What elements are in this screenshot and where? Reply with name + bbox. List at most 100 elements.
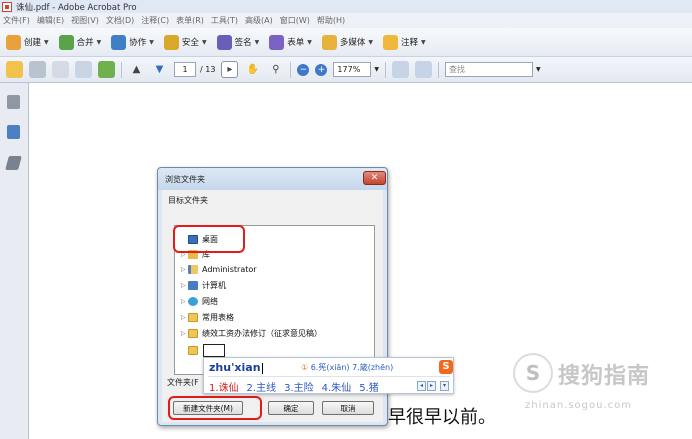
menu-comments[interactable]: 注释(C): [141, 15, 169, 26]
task-collaborate-button[interactable]: 协作 ▼: [111, 34, 154, 50]
task-label: 创建: [24, 38, 42, 48]
network-icon: [188, 296, 198, 306]
email-button[interactable]: [75, 61, 92, 78]
task-label: 多媒体: [339, 38, 366, 48]
task-comment-button[interactable]: 注释 ▼: [382, 34, 426, 50]
user-folder-icon: [188, 264, 198, 274]
menu-bar: 文件(F) 编辑(E) 视图(V) 文档(D) 注释(C) 表单(R) 工具(T…: [0, 13, 692, 28]
tree-node-computer[interactable]: ▷ 计算机: [181, 279, 226, 291]
close-button[interactable]: ✕: [363, 171, 386, 185]
new-folder-name-input[interactable]: [203, 344, 225, 357]
sogou-ime-logo-icon: S: [439, 360, 453, 374]
print-button[interactable]: [29, 61, 46, 78]
fit-width-button[interactable]: [415, 61, 433, 78]
ime-candidate[interactable]: 2.主线: [247, 379, 277, 394]
zoom-level-select[interactable]: 177%: [333, 62, 372, 77]
task-forms-button[interactable]: 表单 ▼: [269, 34, 312, 50]
tree-node-performance-pay[interactable]: ▷ 绩效工资办法修订（征求意见稿）: [181, 327, 322, 339]
chevron-down-icon: ▼: [421, 38, 426, 46]
task-label: 合并: [76, 38, 94, 48]
web-button[interactable]: [98, 61, 115, 78]
tree-node-label: 网络: [202, 296, 218, 306]
zoom-tool-icon[interactable]: ⚲: [267, 61, 284, 78]
navigation-toolbar: ▲ ▼ 1 / 13 ▸ ✋ ⚲ − + 177% ▼ 查找 ▼: [0, 57, 692, 83]
menu-file[interactable]: 文件(F): [3, 15, 30, 26]
task-create-button[interactable]: 创建 ▼: [6, 34, 49, 50]
arrow-up-icon[interactable]: ▲: [128, 61, 145, 78]
chevron-down-icon: ▼: [96, 38, 102, 46]
watermark-text: 搜狗指南: [558, 364, 651, 389]
zoom-out-button[interactable]: −: [297, 63, 310, 76]
arrow-down-icon[interactable]: ▼: [151, 61, 168, 78]
expand-arrow-icon[interactable]: ▷: [181, 282, 188, 289]
ime-candidate[interactable]: 3.主险: [284, 379, 314, 394]
collaborate-icon: [111, 34, 127, 50]
title-bar: 诛仙.pdf - Adobe Acrobat Pro: [0, 0, 692, 13]
window-title: 诛仙.pdf - Adobe Acrobat Pro: [16, 2, 137, 13]
find-input[interactable]: 查找: [445, 62, 534, 77]
ime-candidate[interactable]: 4.朱仙: [322, 379, 352, 394]
folder-field-label: 文件夹(F: [167, 378, 199, 387]
ime-divider: [208, 376, 450, 377]
task-sign-button[interactable]: 签名 ▼: [216, 34, 260, 50]
ime-candidate[interactable]: 5.猪: [359, 379, 379, 394]
tree-node-new-folder[interactable]: [188, 343, 225, 358]
chevron-down-icon: ▼: [254, 38, 260, 46]
watermark-url: zhinan.sogou.com: [525, 400, 633, 411]
ime-menu-icon[interactable]: ▾: [440, 381, 449, 391]
page-prev-icon[interactable]: ◂: [417, 381, 426, 391]
menu-window[interactable]: 窗口(W): [280, 15, 310, 26]
open-folder-button[interactable]: [6, 61, 23, 78]
pages-panel-icon[interactable]: [7, 95, 20, 109]
menu-view[interactable]: 视图(V): [71, 15, 99, 26]
tree-node-administrator[interactable]: ▷ Administrator: [181, 263, 257, 275]
page-number-input[interactable]: 1: [174, 62, 196, 77]
highlight-new-folder-annotation: [168, 396, 262, 420]
menu-advanced[interactable]: 高级(A): [245, 15, 273, 26]
navigation-pane: [0, 83, 29, 439]
zoom-in-button[interactable]: +: [315, 63, 328, 76]
chevron-down-icon: ▼: [368, 38, 373, 46]
menu-document[interactable]: 文档(D): [106, 15, 134, 26]
hint-index: ①: [301, 363, 309, 372]
menu-forms[interactable]: 表单(R): [176, 15, 204, 26]
task-label: 协作: [129, 38, 147, 48]
task-secure-button[interactable]: 安全 ▼: [163, 34, 207, 50]
hand-tool-icon[interactable]: ✋: [244, 61, 261, 78]
chevron-down-icon[interactable]: ▼: [536, 66, 541, 73]
menu-tools[interactable]: 工具(T): [211, 15, 238, 26]
expand-arrow-icon[interactable]: ▷: [181, 298, 188, 305]
dialog-title: 浏览文件夹: [165, 175, 205, 184]
fit-page-button[interactable]: [392, 61, 410, 78]
task-label: 表单: [287, 38, 305, 48]
tree-node-network[interactable]: ▷ 网络: [181, 295, 218, 307]
select-tool-button[interactable]: ▸: [221, 61, 239, 78]
expand-arrow-icon[interactable]: ▷: [181, 330, 188, 337]
menu-help[interactable]: 帮助(H): [317, 15, 345, 26]
chevron-down-icon[interactable]: ▼: [374, 66, 379, 73]
ime-candidate[interactable]: 1.诛仙: [209, 379, 239, 394]
tree-node-common-forms[interactable]: ▷ 常用表格: [181, 311, 234, 323]
save-button[interactable]: [52, 61, 69, 78]
highlight-desktop-annotation: [173, 225, 245, 253]
tree-node-label: Administrator: [202, 264, 257, 274]
pen-icon: [216, 34, 232, 50]
tree-node-label: 绩效工资办法修订（征求意见稿）: [202, 328, 322, 338]
task-combine-button[interactable]: 合并 ▼: [58, 34, 102, 50]
folder-icon: [188, 312, 198, 322]
expand-arrow-icon[interactable]: ▷: [181, 266, 188, 273]
bookmarks-panel-icon[interactable]: [7, 125, 20, 139]
hint-text[interactable]: 6.筅(xiān) 7.箴(zhēn): [311, 363, 393, 372]
chevron-down-icon: ▼: [307, 38, 312, 46]
task-multimedia-button[interactable]: 多媒体 ▼: [321, 34, 373, 50]
ime-candidate-list: 1.诛仙 2.主线 3.主险 4.朱仙 5.猪: [209, 379, 387, 394]
ok-button[interactable]: 确定: [268, 401, 314, 415]
expand-arrow-icon[interactable]: ▷: [181, 314, 188, 321]
signatures-panel-icon[interactable]: [5, 156, 22, 170]
page-next-icon[interactable]: ▸: [427, 381, 436, 391]
chevron-down-icon: ▼: [149, 38, 154, 46]
cancel-button[interactable]: 取消: [322, 401, 374, 415]
menu-edit[interactable]: 编辑(E): [37, 15, 64, 26]
ime-composition: zhu'xian: [209, 361, 263, 374]
task-label: 签名: [234, 38, 252, 48]
